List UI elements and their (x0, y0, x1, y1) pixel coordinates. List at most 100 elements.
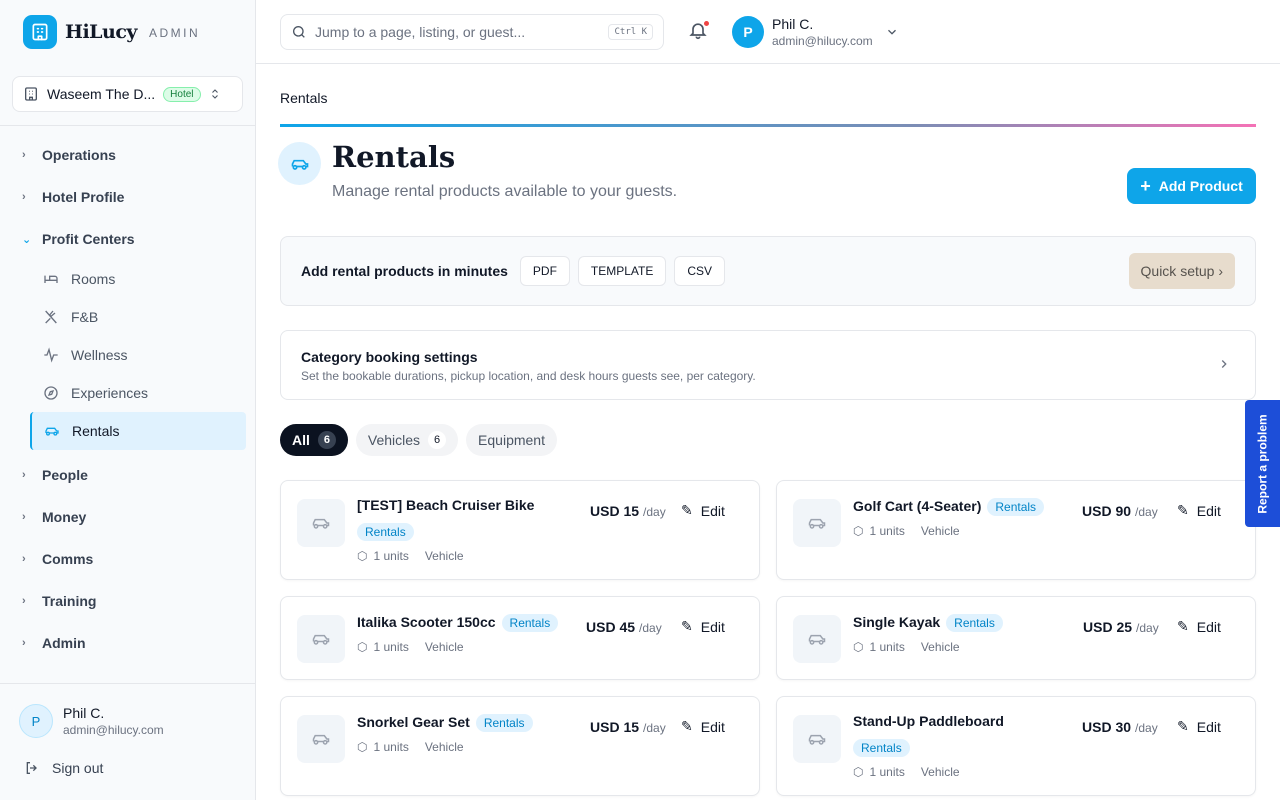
sidebar-user[interactable]: P Phil C. admin@hilucy.com (19, 704, 164, 738)
chevron-right-icon: › (22, 595, 26, 607)
car-icon (297, 715, 345, 763)
price-unit: /day (643, 721, 666, 735)
product-type: Vehicle (920, 640, 960, 654)
user-email: admin@hilucy.com (63, 723, 164, 737)
product-units: 1 units (869, 765, 905, 779)
sidebar-item-label: Rooms (71, 271, 116, 287)
edit-button[interactable]: ✎ Edit (1177, 502, 1221, 519)
nav-group-comms[interactable]: › Comms (0, 538, 255, 580)
product-card[interactable]: Italika Scooter 150cc Rentals ⬡ 1 units Veh… (280, 596, 760, 680)
search-input[interactable]: Jump to a page, listing, or guest... Ctr… (280, 14, 664, 50)
edit-label: Edit (700, 618, 725, 635)
sign-out-button[interactable]: Sign out (24, 760, 103, 776)
product-name: Snorkel Gear Set (357, 714, 470, 730)
product-price: USD 90 (1082, 503, 1132, 519)
add-product-button[interactable]: + Add Product (1127, 168, 1256, 204)
tab-label: Equipment (478, 432, 545, 448)
tab-equipment[interactable]: Equipment (466, 424, 557, 456)
nav-group-admin[interactable]: › Admin (0, 622, 255, 664)
report-problem-button[interactable]: Report a problem (1245, 400, 1280, 527)
template-import-button[interactable]: TEMPLATE (577, 256, 667, 286)
user-email: admin@hilucy.com (772, 34, 873, 48)
user-name: Phil C. (772, 16, 814, 32)
sidebar-item-rooms[interactable]: Rooms (0, 260, 255, 298)
nav-group-label: Admin (42, 635, 86, 651)
tab-vehicles[interactable]: Vehicles 6 (355, 424, 459, 456)
quick-import-card: Add rental products in minutes PDF TEMPL… (280, 236, 1256, 306)
edit-button[interactable]: ✎ Edit (681, 502, 725, 519)
product-name: [TEST] Beach Cruiser Bike (357, 497, 535, 513)
sidebar-divider (0, 125, 255, 126)
nav-group-label: People (42, 467, 88, 483)
chevron-right-icon (1221, 360, 1227, 368)
nav-group-training[interactable]: › Training (0, 580, 255, 622)
category-badge: Rentals (357, 523, 414, 541)
nav-group-label: Hotel Profile (42, 189, 125, 205)
user-menu[interactable]: P Phil C. admin@hilucy.com (732, 16, 899, 48)
compass-icon (44, 386, 58, 400)
log-out-icon (26, 762, 37, 774)
product-card[interactable]: Stand-Up Paddleboard Rentals ⬡ 1 units Veh… (776, 696, 1256, 796)
nav-group-label: Profit Centers (42, 231, 135, 247)
sidebar-item-rentals[interactable]: Rentals (30, 412, 246, 450)
sidebar-item-label: Experiences (71, 385, 149, 401)
price-unit: /day (1135, 505, 1158, 519)
nav-group-label: Training (42, 593, 97, 609)
category-booking-settings[interactable]: Category booking settings Set the bookab… (280, 330, 1256, 400)
edit-button[interactable]: ✎ Edit (1177, 618, 1221, 635)
category-badge: Rentals (946, 614, 1003, 632)
avatar: P (19, 704, 53, 738)
nav-group-money[interactable]: › Money (0, 496, 255, 538)
breadcrumb[interactable]: Rentals (280, 90, 327, 106)
tab-label: All (292, 432, 310, 448)
keyboard-shortcut: Ctrl K (608, 24, 653, 40)
sidebar-item-experiences[interactable]: Experiences (0, 374, 255, 412)
tab-all[interactable]: All 6 (280, 424, 348, 456)
category-badge: Rentals (501, 614, 559, 632)
edit-label: Edit (700, 718, 725, 735)
edit-button[interactable]: ✎ Edit (1177, 718, 1221, 735)
product-type: Vehicle (424, 640, 464, 654)
nav-group-profit-centers[interactable]: ⌄ Profit Centers (0, 218, 255, 260)
product-units: 1 units (373, 740, 409, 754)
edit-button[interactable]: ✎ Edit (681, 618, 725, 635)
product-card[interactable]: Snorkel Gear Set Rentals ⬡ 1 units Vehicle … (280, 696, 760, 796)
brand[interactable]: HiLucy ADMIN (0, 0, 255, 64)
tab-count: 6 (317, 431, 336, 449)
property-switcher[interactable]: Waseem The D... Hotel (12, 76, 243, 112)
chevron-right-icon: › (22, 149, 26, 161)
edit-button[interactable]: ✎ Edit (681, 718, 725, 735)
price-unit: /day (1136, 621, 1159, 635)
pencil-icon: ✎ (681, 502, 693, 518)
product-card[interactable]: Single Kayak Rentals ⬡ 1 units Vehicle USD … (776, 596, 1256, 680)
sidebar: HiLucy ADMIN Waseem The D... Hotel › Ope… (0, 0, 256, 800)
nav-group-hotel-profile[interactable]: › Hotel Profile (0, 176, 255, 218)
quick-setup-button[interactable]: Quick setup › (1128, 253, 1235, 289)
avatar: P (732, 16, 764, 48)
utensils-icon (45, 310, 57, 324)
pencil-icon: ✎ (1177, 718, 1189, 734)
search-icon (293, 26, 305, 38)
sidebar-item-label: F&B (71, 309, 99, 325)
brand-suffix: ADMIN (148, 26, 201, 40)
box-icon: ⬡ (853, 765, 864, 779)
product-type: Vehicle (920, 524, 960, 538)
notifications-button[interactable] (688, 20, 710, 42)
page-subtitle: Manage rental products available to your… (332, 183, 678, 200)
product-card[interactable]: [TEST] Beach Cruiser Bike Rentals ⬡ 1 uni… (280, 480, 760, 580)
pdf-import-button[interactable]: PDF (519, 256, 570, 286)
product-name: Italika Scooter 150cc (357, 614, 496, 630)
car-icon (297, 499, 345, 547)
chevron-right-icon: › (22, 191, 26, 203)
product-card[interactable]: Golf Cart (4-Seater) Rentals ⬡ 1 units Vehi… (776, 480, 1256, 580)
sidebar-item-wellness[interactable]: Wellness (0, 336, 255, 374)
sidebar-item-fnb[interactable]: F&B (0, 298, 255, 336)
building-logo-icon (23, 15, 57, 49)
csv-import-button[interactable]: CSV (674, 256, 726, 286)
nav-group-operations[interactable]: › Operations (0, 134, 255, 176)
nav-group-people[interactable]: › People (0, 454, 255, 496)
plus-icon: + (1140, 176, 1151, 196)
page-title: Rentals (332, 140, 456, 174)
category-badge: Rentals (475, 714, 533, 732)
chevrons-up-down-icon (211, 89, 218, 99)
